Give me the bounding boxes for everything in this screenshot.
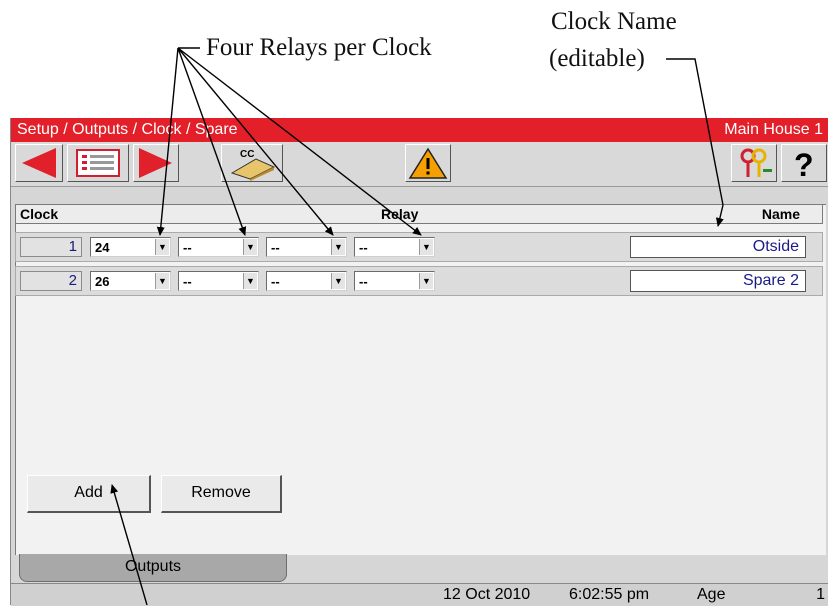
relay-value: --: [183, 240, 192, 255]
dropdown-arrow-icon[interactable]: ▼: [331, 239, 345, 255]
controller-button[interactable]: CC: [221, 144, 283, 182]
relay-2-select[interactable]: -- ▼: [178, 237, 259, 257]
back-button[interactable]: [15, 144, 63, 182]
relay-3-select[interactable]: -- ▼: [266, 237, 347, 257]
breadcrumb: Setup / Outputs / Clock / Spare: [17, 121, 238, 138]
annotation-four-relays: Four Relays per Clock: [206, 34, 432, 61]
alarm-button[interactable]: [405, 144, 451, 182]
header-clock: Clock: [20, 206, 59, 222]
access-keys-button[interactable]: [731, 144, 777, 182]
annotation-clock-name: Clock Name: [551, 8, 677, 35]
table-row: 1 24 ▼ -- ▼ -- ▼ -- ▼ Otside: [15, 232, 823, 262]
status-date: 12 Oct 2010: [443, 586, 531, 603]
relay-value: 26: [95, 274, 110, 289]
status-age-label: Age: [697, 586, 726, 603]
right-arrow-icon: [139, 148, 172, 178]
status-bar: 12 Oct 2010 6:02:55 pm Age 1: [11, 583, 828, 606]
tab-outputs[interactable]: Outputs: [19, 554, 287, 582]
dropdown-arrow-icon[interactable]: ▼: [155, 273, 169, 289]
svg-text:CC: CC: [240, 149, 254, 160]
toolbar: CC ?: [11, 142, 828, 187]
relay-value: --: [359, 274, 368, 289]
clock-name-field[interactable]: Spare 2: [630, 270, 806, 292]
svg-text:?: ?: [794, 147, 814, 181]
relay-value: --: [359, 240, 368, 255]
dropdown-arrow-icon[interactable]: ▼: [419, 239, 433, 255]
title-bar: Setup / Outputs / Clock / Spare Main Hou…: [11, 118, 828, 142]
table-header: Clock Relay Name: [15, 204, 823, 224]
warning-icon: [408, 147, 448, 179]
clock-name-field[interactable]: Otside: [630, 236, 806, 258]
relay-2-select[interactable]: -- ▼: [178, 271, 259, 291]
status-time: 6:02:55 pm: [569, 586, 650, 603]
help-icon: ?: [794, 147, 814, 181]
help-button[interactable]: ?: [781, 144, 827, 182]
clock-number: 1: [20, 237, 82, 257]
relay-1-select[interactable]: 26 ▼: [90, 271, 171, 291]
relay-3-select[interactable]: -- ▼: [266, 271, 347, 291]
dropdown-arrow-icon[interactable]: ▼: [243, 239, 257, 255]
relay-value: --: [271, 274, 280, 289]
dropdown-arrow-icon[interactable]: ▼: [331, 273, 345, 289]
relay-4-select[interactable]: -- ▼: [354, 271, 435, 291]
relay-value: --: [271, 240, 280, 255]
header-relay: Relay: [381, 206, 419, 222]
relay-1-select[interactable]: 24 ▼: [90, 237, 171, 257]
header-name: Name: [761, 206, 800, 222]
relay-value: 24: [95, 240, 110, 255]
keys-icon: [740, 148, 772, 177]
relay-value: --: [183, 274, 192, 289]
clock-number: 2: [20, 271, 82, 291]
menu-button[interactable]: [67, 144, 129, 182]
add-button[interactable]: Add: [27, 475, 151, 513]
table-row: 2 26 ▼ -- ▼ -- ▼ -- ▼ Spare 2: [15, 266, 823, 296]
dropdown-arrow-icon[interactable]: ▼: [419, 273, 433, 289]
controller-screen: Setup / Outputs / Clock / Spare Main Hou…: [10, 118, 828, 606]
house-name: Main House 1: [724, 121, 823, 138]
annotation-clock-name-editable: (editable): [549, 45, 645, 72]
list-icon: [76, 149, 120, 177]
dropdown-arrow-icon[interactable]: ▼: [243, 273, 257, 289]
remove-button[interactable]: Remove: [161, 475, 282, 513]
forward-button[interactable]: [133, 144, 179, 182]
controller-cc-icon: CC: [230, 149, 276, 181]
dropdown-arrow-icon[interactable]: ▼: [155, 239, 169, 255]
left-arrow-icon: [22, 148, 56, 178]
status-age-value: 1: [816, 586, 825, 603]
relay-4-select[interactable]: -- ▼: [354, 237, 435, 257]
